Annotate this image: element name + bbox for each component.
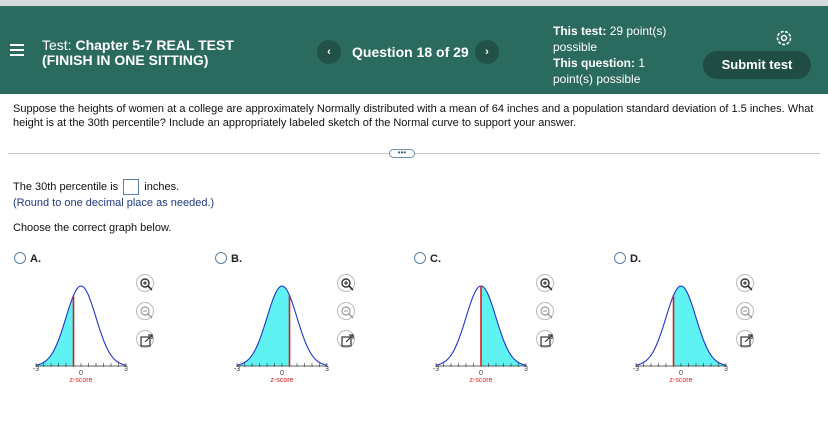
zoom-in-icon[interactable] bbox=[136, 274, 154, 292]
radio-icon bbox=[614, 252, 626, 264]
settings-gear-icon[interactable] bbox=[773, 27, 795, 49]
submit-test-button[interactable]: Submit test bbox=[703, 51, 811, 79]
zoom-out-icon[interactable] bbox=[136, 302, 154, 320]
option-b-letter: B. bbox=[231, 253, 242, 265]
answer-suffix: inches. bbox=[144, 180, 180, 193]
zoom-in-icon[interactable] bbox=[337, 274, 355, 292]
points-info: This test: 29 point(s) possible This que… bbox=[553, 23, 683, 87]
normal-curve bbox=[35, 285, 127, 366]
tick-label: 3 bbox=[325, 366, 329, 373]
option-c[interactable]: C. -3 0 3 z-score bbox=[414, 252, 614, 392]
test-points-label: This test: bbox=[553, 24, 607, 38]
radio-icon bbox=[215, 252, 227, 264]
test-title-prefix: Test: bbox=[42, 37, 72, 53]
tick-label: 3 bbox=[524, 366, 528, 373]
tick-label: -3 bbox=[633, 366, 639, 373]
zoom-out-icon[interactable] bbox=[337, 302, 355, 320]
radio-icon bbox=[414, 252, 426, 264]
question-points-label: This question: bbox=[553, 56, 635, 70]
open-new-window-icon[interactable] bbox=[536, 330, 554, 348]
option-d-letter: D. bbox=[630, 253, 641, 265]
z-score-axis-label: z-score bbox=[70, 377, 93, 384]
answer-line: The 30th percentile is inches. bbox=[13, 179, 179, 195]
z-score-axis-label: z-score bbox=[470, 377, 493, 384]
answer-prefix: The 30th percentile is bbox=[13, 180, 119, 193]
tick-label: 0 bbox=[679, 370, 683, 377]
choose-graph-prompt: Choose the correct graph below. bbox=[13, 222, 172, 234]
tick-label: 3 bbox=[124, 366, 128, 373]
option-a[interactable]: A. -3 0 3 z-score bbox=[14, 252, 214, 392]
percentile-answer-input[interactable] bbox=[123, 179, 140, 195]
test-points-value: 29 point(s) bbox=[609, 24, 667, 38]
option-b-radio[interactable]: B. bbox=[215, 252, 242, 265]
test-title: Test: Chapter 5-7 REAL TEST (FINISH IN O… bbox=[42, 38, 234, 68]
test-points-suffix: possible bbox=[553, 40, 598, 54]
tick-label: 0 bbox=[79, 370, 83, 377]
z-score-axis-label: z-score bbox=[271, 377, 294, 384]
question-points-value: 1 bbox=[638, 56, 646, 70]
next-question-button[interactable]: › bbox=[475, 40, 499, 64]
option-d-radio[interactable]: D. bbox=[614, 252, 641, 265]
tick-label: -3 bbox=[234, 366, 240, 373]
question-text: Suppose the heights of women at a colleg… bbox=[13, 103, 814, 129]
shaded-region bbox=[481, 286, 526, 366]
question-points-suffix: point(s) possible bbox=[553, 72, 641, 86]
question-counter: Question 18 of 29 bbox=[352, 44, 469, 60]
option-a-radio[interactable]: A. bbox=[14, 252, 41, 265]
zoom-in-icon[interactable] bbox=[736, 274, 754, 292]
test-title-line2: (FINISH IN ONE SITTING) bbox=[42, 52, 209, 68]
zoom-out-icon[interactable] bbox=[736, 302, 754, 320]
zoom-in-icon[interactable] bbox=[536, 274, 554, 292]
expand-more-button[interactable]: ••• bbox=[389, 149, 415, 158]
zoom-out-icon[interactable] bbox=[536, 302, 554, 320]
tick-label: -3 bbox=[433, 366, 439, 373]
option-d-graph: -3 0 3 z-score bbox=[633, 285, 728, 384]
option-c-graph: -3 0 3 z-score bbox=[433, 285, 528, 384]
option-a-graph: -3 0 3 z-score bbox=[33, 285, 128, 384]
rounding-note: (Round to one decimal place as needed.) bbox=[13, 197, 215, 209]
option-a-letter: A. bbox=[30, 253, 41, 265]
option-b-graph: -3 0 3 z-score bbox=[234, 285, 329, 384]
open-new-window-icon[interactable] bbox=[736, 330, 754, 348]
shaded-region bbox=[36, 295, 74, 366]
shaded-region bbox=[237, 286, 290, 366]
option-c-radio[interactable]: C. bbox=[414, 252, 441, 265]
menu-icon[interactable] bbox=[10, 44, 24, 56]
test-header: Test: Chapter 5-7 REAL TEST (FINISH IN O… bbox=[0, 6, 828, 94]
tick-label: 0 bbox=[280, 370, 284, 377]
option-d[interactable]: D. -3 0 3 z-score bbox=[614, 252, 814, 392]
test-title-line1: Chapter 5-7 REAL TEST bbox=[75, 37, 234, 53]
tick-label: 0 bbox=[479, 370, 483, 377]
z-score-axis-label: z-score bbox=[670, 377, 693, 384]
shaded-region bbox=[673, 286, 726, 366]
tick-label: 3 bbox=[724, 366, 728, 373]
option-c-letter: C. bbox=[430, 253, 441, 265]
open-new-window-icon[interactable] bbox=[337, 330, 355, 348]
previous-question-button[interactable]: ‹ bbox=[317, 40, 341, 64]
open-new-window-icon[interactable] bbox=[136, 330, 154, 348]
radio-icon bbox=[14, 252, 26, 264]
tick-label: -3 bbox=[33, 366, 39, 373]
option-b[interactable]: B. -3 0 3 z-score bbox=[215, 252, 415, 392]
